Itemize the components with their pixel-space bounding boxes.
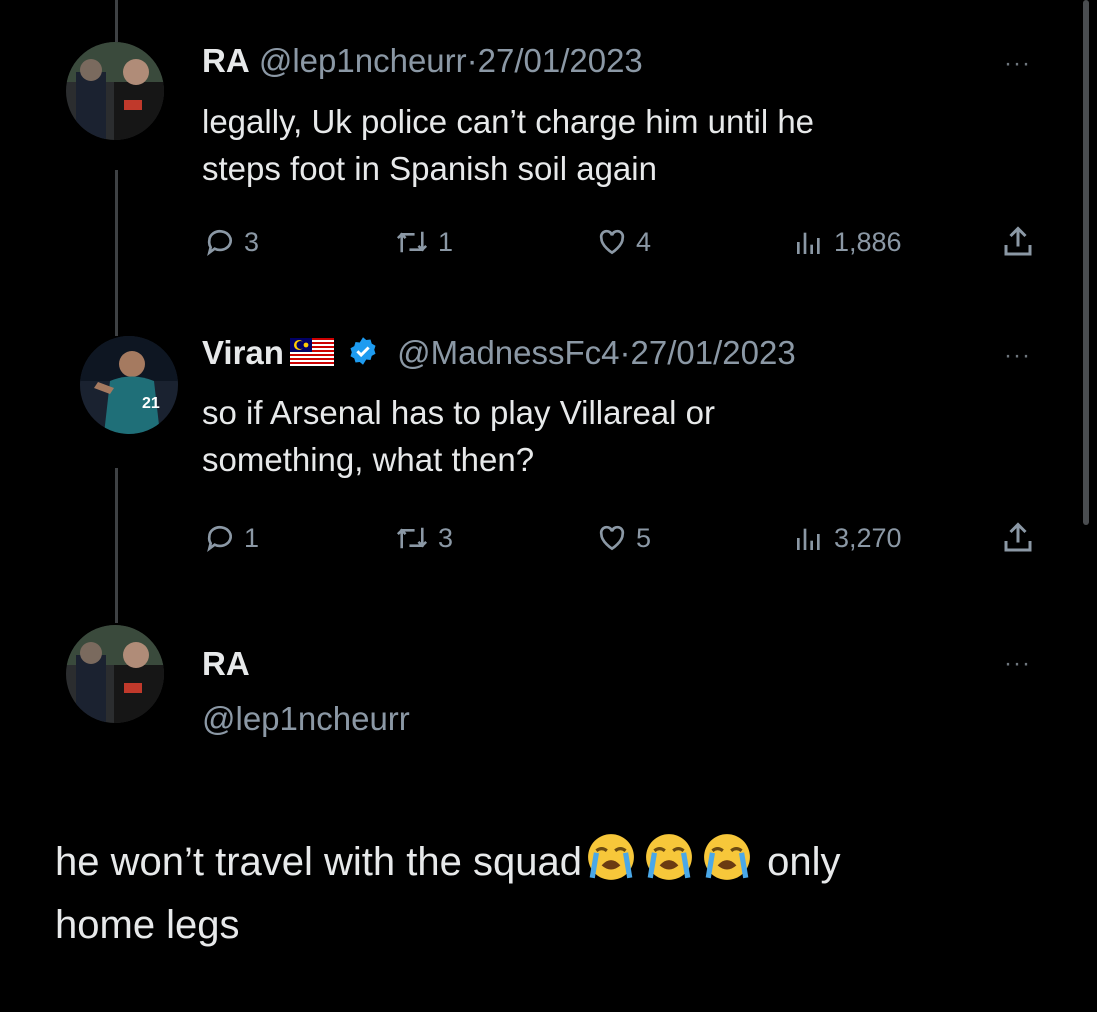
share-icon	[1004, 226, 1032, 256]
more-icon[interactable]: ···	[1004, 342, 1031, 370]
retweet-count: 3	[438, 522, 454, 553]
tweet-text-line: so if Arsenal has to play Villareal or	[202, 394, 715, 431]
like-count: 5	[636, 522, 652, 553]
tweet-date[interactable]: 27/01/2023	[631, 334, 796, 371]
main-tweet-line-1: he won’t travel with the squad only	[55, 832, 1055, 897]
author-handle[interactable]: @MadnessFc4	[397, 334, 619, 371]
reply-button[interactable]: 1	[204, 522, 259, 554]
retweet-icon	[396, 231, 428, 253]
views-count: 1,886	[834, 226, 902, 257]
thread-line-top	[115, 0, 118, 42]
main-tweet-text-part: he won’t travel with the squad	[55, 840, 582, 885]
views-icon	[797, 232, 820, 254]
main-tweet-text: he won’t travel with the squad only home…	[55, 832, 1055, 953]
reply-icon	[207, 229, 232, 256]
like-button[interactable]: 4	[596, 226, 651, 258]
retweet-button[interactable]: 3	[394, 522, 453, 554]
main-tweet-text-part: only	[755, 840, 841, 885]
like-icon	[599, 229, 625, 255]
views-icon	[797, 528, 820, 550]
thread-line-1	[115, 170, 118, 336]
share-icon	[1004, 522, 1032, 552]
like-button[interactable]: 5	[596, 522, 651, 554]
retweet-icon	[396, 527, 428, 549]
like-count: 4	[636, 226, 652, 257]
crying-face-emoji-icon	[702, 832, 752, 897]
author-handle[interactable]: @lep1ncheurr	[259, 42, 467, 79]
views-button[interactable]: 1,886	[792, 226, 902, 258]
scrollbar[interactable]	[1083, 0, 1089, 525]
crying-face-emoji-icon	[644, 832, 694, 897]
views-button[interactable]: 3,270	[792, 522, 902, 554]
tweet-text-line: legally, Uk police can’t charge him unti…	[202, 103, 815, 140]
crying-face-emoji-icon	[586, 832, 636, 897]
avatar-ra[interactable]	[66, 42, 164, 140]
retweet-count: 1	[438, 226, 454, 257]
malaysia-flag-icon	[289, 336, 334, 374]
separator-dot: ·	[466, 42, 478, 79]
author-name[interactable]: Viran	[202, 334, 284, 371]
tweet-header: RA @lep1ncheurr·27/01/2023	[202, 42, 643, 80]
separator-dot: ·	[619, 334, 631, 371]
thread-line-2	[115, 468, 118, 623]
reply-icon	[207, 525, 232, 552]
tweet-text: legally, Uk police can’t charge him unti…	[202, 98, 814, 192]
avatar-ra[interactable]	[66, 625, 164, 723]
tweet-text: so if Arsenal has to play Villareal or s…	[202, 389, 715, 483]
retweet-button[interactable]: 1	[394, 226, 453, 258]
more-icon[interactable]: ···	[1004, 50, 1031, 78]
reply-count: 1	[244, 522, 260, 553]
main-author-name[interactable]: RA	[202, 645, 250, 683]
tweet-text-line: something, what then?	[202, 441, 535, 478]
share-button[interactable]	[1000, 224, 1036, 260]
tweet-header: Viran @MadnessFc4·27/01/2023	[202, 334, 796, 374]
main-author-handle[interactable]: @lep1ncheurr	[202, 700, 410, 738]
reply-button[interactable]: 3	[204, 226, 259, 258]
share-button[interactable]	[1000, 520, 1036, 556]
more-icon[interactable]: ···	[1004, 650, 1031, 678]
main-tweet-line-2: home legs	[55, 903, 240, 947]
views-count: 3,270	[834, 522, 902, 553]
reply-count: 3	[244, 226, 260, 257]
tweet-date[interactable]: 27/01/2023	[478, 42, 643, 79]
svg-text:21: 21	[142, 395, 160, 412]
author-name[interactable]: RA	[202, 42, 250, 79]
like-icon	[599, 525, 625, 551]
avatar-viran[interactable]: 21	[80, 336, 178, 434]
verified-badge-icon	[348, 336, 378, 374]
tweet-text-line: steps foot in Spanish soil again	[202, 150, 657, 187]
